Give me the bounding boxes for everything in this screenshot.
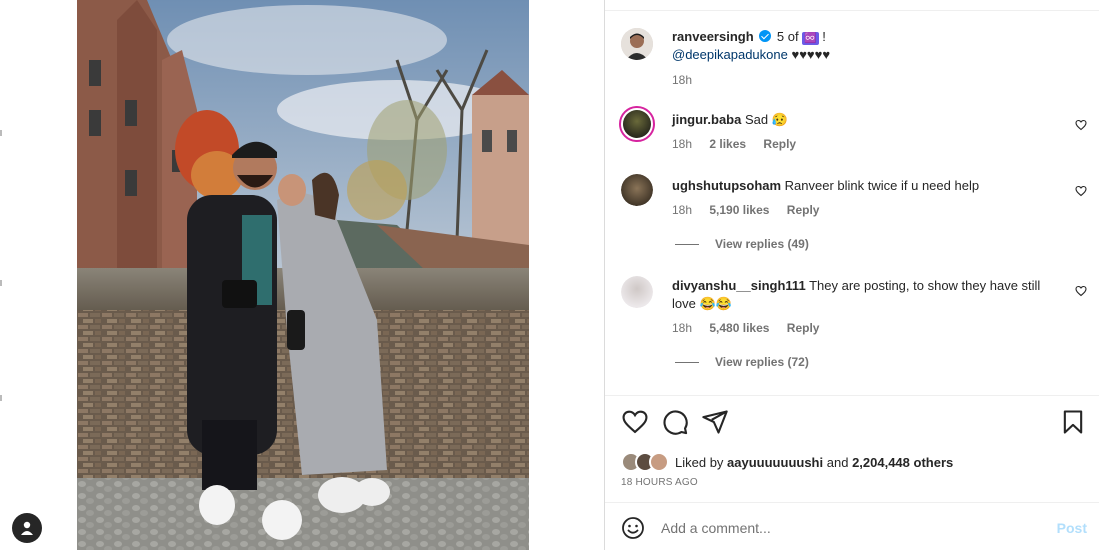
replies-divider xyxy=(675,361,699,363)
user-account-button[interactable] xyxy=(12,513,42,543)
commenter-avatar[interactable] xyxy=(621,276,653,308)
post-details-panel: ranveersingh 5 of ♾️ ! @deepikapadukone … xyxy=(604,0,1099,550)
post-timestamp: 18 HOURS AGO xyxy=(621,477,698,488)
comment-time: 18h xyxy=(672,203,693,217)
caption-text: 5 of xyxy=(776,29,799,44)
panel-top-divider xyxy=(605,10,1099,11)
view-replies-label: View replies (72) xyxy=(715,355,809,369)
comment-likes[interactable]: 2 likes xyxy=(709,137,746,151)
comment-username[interactable]: jingur.baba xyxy=(672,112,741,127)
post-comment-button[interactable]: Post xyxy=(1057,520,1087,536)
edge-marker xyxy=(0,280,2,286)
comment-text: Sad 😥 xyxy=(744,112,788,127)
comment-time: 18h xyxy=(672,321,693,335)
actions-divider xyxy=(605,395,1099,396)
reply-button[interactable]: Reply xyxy=(787,203,820,217)
view-replies-label: View replies (49) xyxy=(715,237,809,251)
caption-hearts: ♥♥♥♥♥ xyxy=(791,47,831,62)
replies-divider xyxy=(675,243,699,245)
comment-body: jingur.baba Sad 😥 18h 2 likes Reply xyxy=(672,111,1057,153)
comment-body: ughshutupsoham Ranveer blink twice if u … xyxy=(672,177,1057,219)
emoji-icon[interactable] xyxy=(621,516,645,540)
comment-divider xyxy=(605,502,1099,503)
comment-username[interactable]: ughshutupsoham xyxy=(672,178,781,193)
comment-item: divyanshu__singh111 They are posting, to… xyxy=(621,274,1087,336)
liked-by-prefix: Liked by xyxy=(675,454,724,470)
comment-likes[interactable]: 5,480 likes xyxy=(709,321,769,335)
caption-time: 18h xyxy=(672,73,693,87)
heart-icon[interactable] xyxy=(621,408,649,436)
comment-like-heart-icon[interactable] xyxy=(1075,119,1087,131)
liker-avatar xyxy=(649,452,669,472)
likes-count[interactable]: 2,204,448 others xyxy=(852,455,953,470)
comment-text: Ranveer blink twice if u need help xyxy=(784,178,980,193)
view-replies-button[interactable]: View replies (49) xyxy=(675,237,809,251)
media-area xyxy=(0,0,604,550)
edge-marker xyxy=(0,395,2,401)
infinity-emoji: ♾️ xyxy=(802,32,819,45)
edge-marker xyxy=(0,130,2,136)
reply-button[interactable]: Reply xyxy=(787,321,820,335)
post-photo[interactable] xyxy=(77,0,529,550)
share-icon[interactable] xyxy=(701,408,729,436)
comment-item: jingur.baba Sad 😥 18h 2 likes Reply xyxy=(619,106,1087,156)
verified-badge-icon xyxy=(759,30,772,42)
instagram-post-modal: ranveersingh 5 of ♾️ ! @deepikapadukone … xyxy=(0,0,1099,550)
add-comment-bar: Post xyxy=(621,512,1087,544)
comment-likes[interactable]: 5,190 likes xyxy=(709,203,769,217)
post-actions-bar xyxy=(621,408,1087,436)
comment-body: divyanshu__singh111 They are posting, to… xyxy=(672,277,1057,337)
liker-avatars xyxy=(621,452,669,472)
caption-text-end: ! xyxy=(822,29,826,44)
caption-avatar[interactable] xyxy=(621,28,653,60)
likes-summary: Liked by aayuuuuuuushi and 2,204,448 oth… xyxy=(621,452,953,472)
reply-button[interactable]: Reply xyxy=(763,137,796,151)
commenter-avatar[interactable] xyxy=(619,106,655,142)
comment-like-heart-icon[interactable] xyxy=(1075,185,1087,197)
commenter-avatar[interactable] xyxy=(621,174,653,206)
comment-time: 18h xyxy=(672,137,693,151)
bookmark-icon[interactable] xyxy=(1059,408,1087,436)
user-icon xyxy=(21,521,33,535)
comment-input[interactable] xyxy=(661,520,1057,536)
comment-username[interactable]: divyanshu__singh111 xyxy=(672,278,806,293)
caption-mention[interactable]: @deepikapadukone xyxy=(672,47,788,62)
liked-by-and: and xyxy=(826,454,849,470)
caption-body: ranveersingh 5 of ♾️ ! @deepikapadukone … xyxy=(672,28,1057,89)
caption-username[interactable]: ranveersingh xyxy=(672,29,754,44)
liked-by-user[interactable]: aayuuuuuuushi xyxy=(727,455,823,470)
caption-block: ranveersingh 5 of ♾️ ! @deepikapadukone … xyxy=(621,28,1087,88)
view-replies-button[interactable]: View replies (72) xyxy=(675,355,809,369)
comment-like-heart-icon[interactable] xyxy=(1075,285,1087,297)
comment-icon[interactable] xyxy=(661,408,689,436)
comment-item: ughshutupsoham Ranveer blink twice if u … xyxy=(621,174,1087,224)
